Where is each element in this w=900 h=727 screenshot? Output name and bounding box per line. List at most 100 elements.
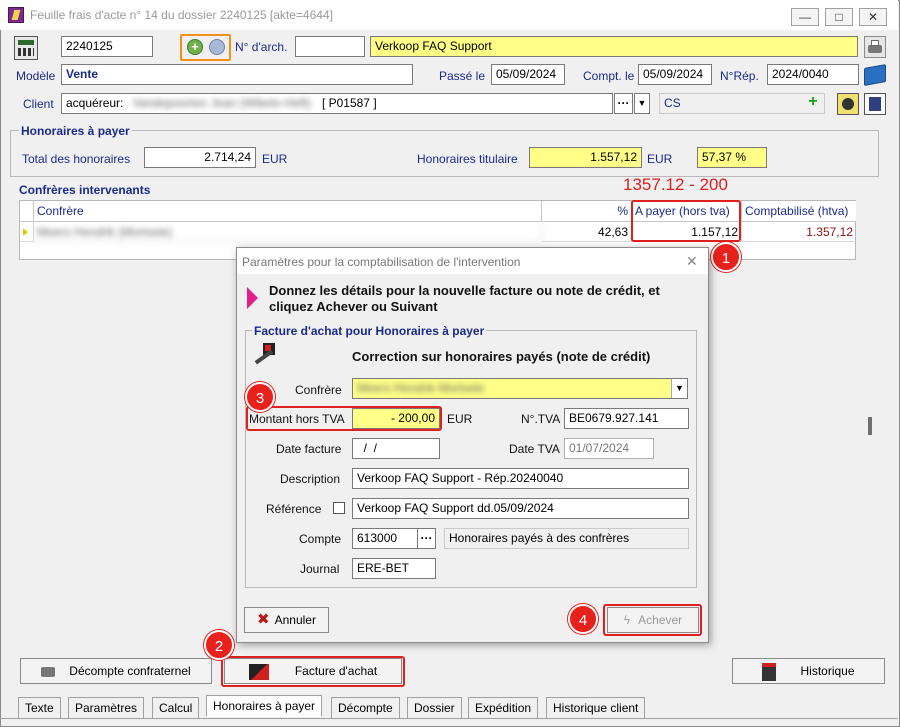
cancel-button[interactable]: ✖ Annuler	[244, 607, 329, 633]
table-row-name[interactable]: Meers Hendrik (Mortsele)	[34, 222, 542, 242]
description-field[interactable]: Verkoop FAQ Support	[370, 36, 858, 57]
vat-date-label: Date TVA	[509, 442, 560, 456]
total-fees-currency: EUR	[262, 152, 288, 166]
client-code-field: CS	[659, 93, 825, 114]
client-prefix: acquéreur:	[66, 96, 124, 110]
reference-label: Référence	[266, 502, 322, 516]
add-client-icon[interactable]: +	[806, 94, 820, 110]
journal-field[interactable]: ERE-BET	[352, 558, 436, 579]
journal-label: Journal	[300, 562, 340, 576]
decompte-button[interactable]: Décompte confraternel	[20, 658, 212, 684]
compt-label: Compt. le	[583, 69, 635, 83]
grid-corner	[20, 201, 34, 222]
reference-checkbox[interactable]	[333, 502, 345, 514]
tab-parametres[interactable]: Paramètres	[68, 697, 145, 719]
tab-texte[interactable]: Texte	[18, 697, 61, 719]
tab-honoraires[interactable]: Honoraires à payer	[206, 695, 323, 717]
tab-expedition[interactable]: Expédition	[468, 697, 539, 719]
holder-fees-label: Honoraires titulaire	[417, 152, 518, 166]
printer-icon	[41, 666, 56, 677]
archive-field[interactable]	[295, 36, 365, 57]
invoice-group-title: Facture d'achat pour Honoraires à payer	[252, 324, 487, 338]
holder-fees-field: 1.557,12	[529, 147, 642, 168]
dossier-number-field[interactable]: 2240125	[61, 36, 153, 57]
table-row-percent[interactable]: 42,63	[542, 222, 632, 242]
cancel-button-label: Annuler	[274, 613, 316, 627]
colleagues-section-title: Confrères intervenants	[19, 183, 151, 197]
fees-section-title: Honoraires à payer	[19, 124, 132, 138]
holder-percent-field: 57,37 %	[697, 147, 767, 168]
calculation-annotation: 1357.12 - 200	[623, 175, 728, 194]
invoice-date-label: Date facture	[276, 442, 342, 456]
passed-label: Passé le	[439, 69, 486, 83]
history-button[interactable]: Historique	[732, 658, 885, 684]
vat-field[interactable]: BE0679.927.141	[564, 408, 689, 429]
reference-input[interactable]: Verkoop FAQ Support dd.05/09/2024	[352, 498, 689, 519]
tab-historique-client[interactable]: Historique client	[546, 697, 646, 719]
close-button[interactable]: ✕	[859, 8, 887, 26]
vat-label: N°.TVA	[521, 412, 561, 426]
rep-field[interactable]: 2024/0040	[767, 64, 859, 85]
vat-date-field: 01/07/2024	[564, 438, 654, 459]
model-field[interactable]: Vente	[61, 64, 413, 85]
step-marker-2: 2	[204, 630, 234, 660]
client-ref: [ P01587 ]	[321, 96, 377, 110]
amount-currency: EUR	[447, 412, 473, 426]
dialog-title: Paramètres pour la comptabilisation de l…	[242, 255, 521, 269]
rep-label: N°Rép.	[720, 69, 759, 83]
description-label: Description	[280, 472, 341, 486]
description-input[interactable]: Verkoop FAQ Support - Rép.20240040	[352, 468, 689, 489]
client-card-icon[interactable]	[864, 93, 886, 115]
amount-highlight	[246, 406, 442, 431]
step-marker-4: 4	[568, 604, 598, 634]
passed-date-field[interactable]: 05/09/2024	[491, 64, 565, 85]
client-edit-icon[interactable]	[837, 93, 859, 115]
client-field[interactable]: acquéreur: Vandepoorten Jean (Wibelo-Hef…	[61, 93, 613, 114]
scrollbar-thumb[interactable]	[868, 417, 872, 435]
dialog-subtitle: Correction sur honoraires payés (note de…	[352, 349, 651, 364]
tab-dossier[interactable]: Dossier	[407, 697, 462, 719]
maximize-button[interactable]: □	[825, 8, 853, 26]
grid-header-confrere[interactable]: Confrère	[34, 201, 542, 222]
account-description: Honoraires payés à des confrères	[444, 528, 689, 549]
client-name: Vandepoorten Jean (Wibelo-Heft)	[132, 96, 311, 110]
app-logo-icon	[8, 7, 24, 23]
archive-label: N° d'arch.	[235, 40, 288, 54]
compt-date-field[interactable]: 05/09/2024	[638, 64, 712, 85]
account-lookup-button[interactable]: ···	[417, 528, 436, 549]
confrere-dropdown-chevron-icon[interactable]: ▼	[671, 379, 687, 398]
client-lookup-button[interactable]: ···	[614, 93, 633, 114]
history-button-label: Historique	[800, 664, 855, 678]
total-fees-label: Total des honoraires	[22, 152, 131, 166]
tab-decompte[interactable]: Décompte	[331, 697, 400, 719]
grid-header-percent[interactable]: %	[542, 201, 632, 222]
print-icon[interactable]	[864, 36, 886, 58]
table-row-booked[interactable]: 1.357,12	[742, 222, 856, 242]
window-title: Feuille frais d'acte n° 14 du dossier 22…	[30, 8, 333, 22]
confrere-label: Confrère	[295, 383, 342, 397]
secondary-nav-icon[interactable]	[209, 39, 225, 55]
invoice-date-field[interactable]: / /	[352, 438, 440, 459]
confrere-value: Meers Hendrik Mortsele	[357, 381, 485, 395]
confrere-select[interactable]: Meers Hendrik Mortsele	[352, 378, 688, 399]
grid-header-booked[interactable]: Comptabilisé (htva)	[742, 201, 856, 222]
tab-calcul[interactable]: Calcul	[152, 697, 200, 719]
calculator-icon[interactable]	[14, 36, 38, 60]
invoice-group	[245, 330, 697, 588]
decompte-button-label: Décompte confraternel	[69, 664, 191, 678]
account-label: Compte	[299, 532, 342, 546]
purchase-invoice-highlight	[221, 656, 405, 687]
cancel-x-icon: ✖	[257, 611, 270, 628]
account-field[interactable]: 613000	[352, 528, 418, 549]
client-label: Client	[23, 97, 54, 111]
step-marker-3: 3	[245, 382, 275, 412]
instruction-arrow-icon	[247, 287, 258, 309]
minimize-button[interactable]: —	[791, 8, 819, 26]
client-dropdown-chevron-icon[interactable]: ▼	[634, 93, 650, 114]
dialog-close-icon[interactable]: ✕	[686, 253, 698, 270]
dialog-instruction: Donnez les détails pour la nouvelle fact…	[269, 283, 660, 314]
add-nav-icon[interactable]: +	[187, 39, 203, 55]
holder-fees-currency: EUR	[647, 152, 673, 166]
invoice-edit-icon	[253, 343, 279, 369]
step-marker-1: 1	[711, 242, 741, 272]
